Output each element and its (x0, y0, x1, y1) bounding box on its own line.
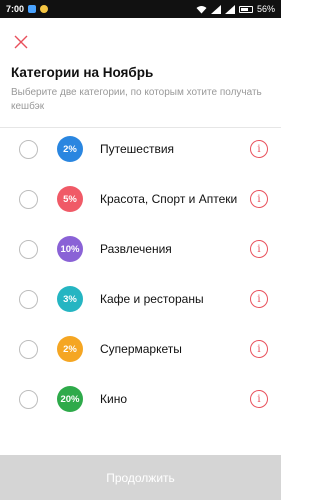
category-list: 2% Путешествия i 5% Красота, Спорт и Апт… (0, 124, 281, 424)
page-title: Категории на Ноябрь (11, 65, 154, 80)
cashback-percent-badge: 20% (57, 386, 83, 412)
info-icon[interactable]: i (250, 290, 268, 308)
app-icon (28, 5, 37, 13)
cashback-percent-badge: 2% (57, 136, 83, 162)
info-icon[interactable]: i (250, 340, 268, 358)
category-row[interactable]: 2% Супермаркеты i (0, 324, 281, 374)
continue-button-label: Продолжить (106, 470, 175, 485)
signal-icon (224, 4, 235, 14)
cashback-percent-badge: 10% (57, 236, 83, 262)
category-label: Кино (100, 391, 127, 406)
close-button[interactable] (11, 32, 31, 52)
category-label: Развлечения (100, 241, 172, 256)
cashback-percent-badge: 2% (57, 336, 83, 362)
category-row[interactable]: 5% Красота, Спорт и Аптеки i (0, 174, 281, 224)
info-icon[interactable]: i (250, 240, 268, 258)
category-label: Кафе и рестораны (100, 291, 204, 306)
signal-icon (210, 4, 221, 14)
category-row[interactable]: 10% Развлечения i (0, 224, 281, 274)
info-icon[interactable]: i (250, 140, 268, 158)
cashback-percent-badge: 3% (57, 286, 83, 312)
radio-button[interactable] (19, 389, 38, 409)
category-label: Красота, Спорт и Аптеки (100, 191, 238, 206)
info-icon[interactable]: i (250, 190, 268, 208)
battery-level: 56% (256, 4, 275, 14)
wifi-icon (196, 5, 207, 13)
category-row[interactable]: 2% Путешествия i (0, 124, 281, 174)
category-label: Путешествия (100, 141, 175, 156)
cashback-percent-badge: 5% (57, 186, 83, 212)
continue-button[interactable]: Продолжить (0, 455, 281, 500)
info-icon[interactable]: i (250, 390, 268, 408)
battery-icon (238, 5, 253, 13)
radio-button[interactable] (19, 339, 38, 359)
header: Категории на Ноябрь Выберите две категор… (0, 18, 281, 128)
status-time: 7:00 (6, 4, 25, 14)
radio-button[interactable] (19, 189, 38, 209)
radio-button[interactable] (19, 239, 38, 259)
category-row[interactable]: 20% Кино i (0, 374, 281, 424)
radio-button[interactable] (19, 289, 38, 309)
radio-button[interactable] (19, 139, 38, 159)
close-icon (14, 35, 28, 49)
page-subtitle: Выберите две категории, по которым хотит… (11, 87, 262, 112)
status-bar: 7:00 56% (0, 0, 281, 18)
category-label: Супермаркеты (100, 341, 182, 356)
category-row[interactable]: 3% Кафе и рестораны i (0, 274, 281, 324)
moon-icon (40, 5, 49, 13)
